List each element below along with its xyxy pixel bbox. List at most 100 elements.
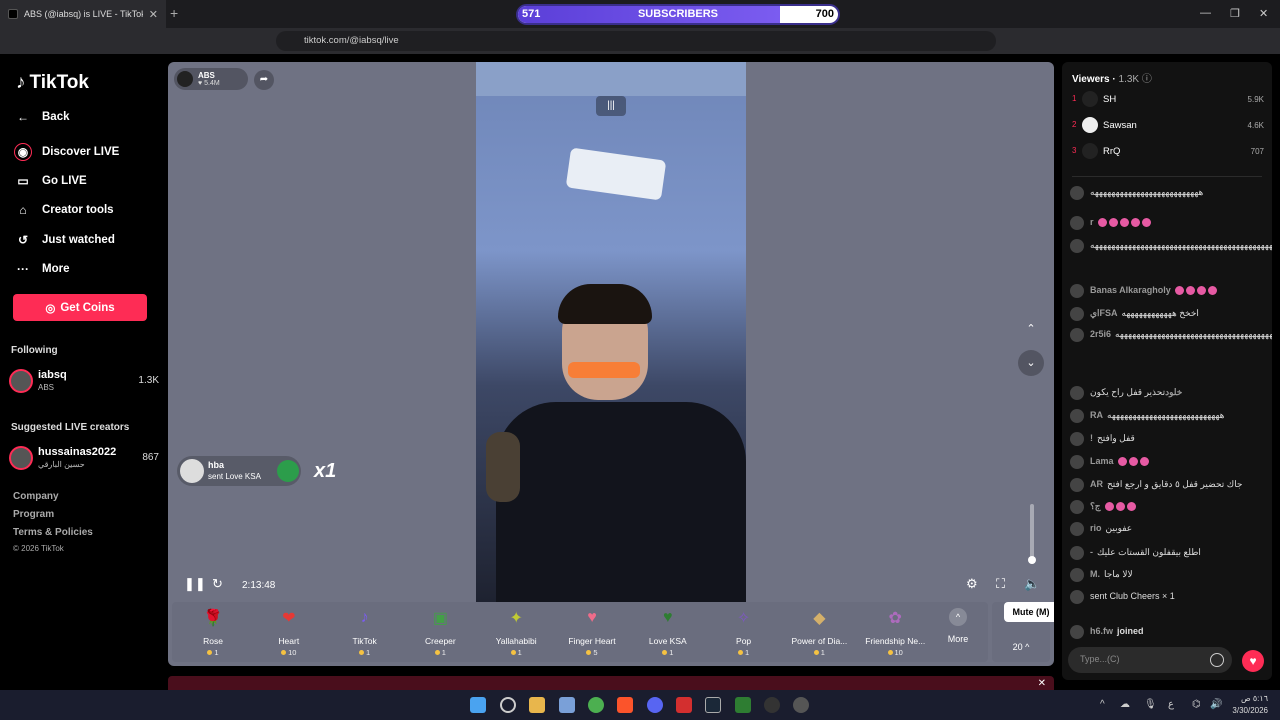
chat-username[interactable]: h6.fw [1090, 626, 1113, 636]
network-icon[interactable]: ☁ [1120, 699, 1130, 710]
gift-price: 1 [707, 648, 781, 657]
red-app-icon[interactable] [676, 697, 692, 713]
close-window-icon[interactable]: ✕ [1259, 7, 1268, 20]
tiktok-logo[interactable]: ♪ TikTok [16, 72, 89, 94]
chat-username[interactable]: RA [1090, 410, 1103, 420]
gift-name: Love KSA [648, 636, 687, 646]
emoji-icon [1130, 218, 1140, 228]
new-tab-button[interactable]: + [170, 5, 178, 21]
terminal-icon[interactable] [735, 697, 751, 713]
language-icon[interactable]: ع [1168, 699, 1174, 710]
chat-username[interactable]: r [1090, 217, 1094, 227]
chat-username[interactable]: Banas Alkaragholy [1090, 285, 1171, 295]
streamer-hair-image [558, 284, 652, 324]
volume-knob[interactable] [1028, 556, 1036, 564]
top-viewer-row[interactable]: 2 Sawsan 4.6K [1072, 116, 1264, 136]
fullscreen-icon[interactable]: ⛶ [996, 576, 1005, 592]
chat-username[interactable]: 2r5i6 [1090, 329, 1111, 339]
settings-gear-icon[interactable]: ⚙ [966, 576, 978, 592]
chevron-up-icon[interactable]: ⌃ [1018, 316, 1044, 342]
coin-count-value: 20 [1012, 642, 1023, 652]
emoji-icon[interactable] [1210, 653, 1224, 667]
avatar [1070, 186, 1084, 200]
suggested-account[interactable]: hussainas2022 حسين البارقي 867 [9, 445, 159, 473]
browser-tab[interactable]: ABS (@iabsq) is LIVE - TikTok ✕ [0, 0, 166, 28]
sidebar-item-creator-tools[interactable]: ⌂ Creator tools [14, 201, 113, 219]
gift-item[interactable]: ▣ Creeper 1 [403, 606, 477, 657]
wifi-icon[interactable]: ⌬ [1192, 699, 1201, 710]
steam-icon[interactable] [705, 697, 721, 713]
gift-item[interactable]: ♪ TikTok 1 [328, 606, 402, 657]
chat-message-body: AR جاك تحضير قفل ٥ دقايق و ارجع افتح [1090, 478, 1266, 490]
close-tab-icon[interactable]: ✕ [149, 8, 158, 21]
chat-username[interactable]: Lama [1090, 456, 1114, 466]
gift-item[interactable]: 🌹 Rose 1 [176, 606, 250, 657]
more-gifts-button[interactable]: ^ More [938, 608, 978, 644]
chat-username[interactable]: - [1090, 547, 1093, 557]
following-account[interactable]: iabsq ABS 1.3K [9, 368, 159, 396]
emoji-icon [1128, 457, 1138, 467]
chevron-down-icon[interactable]: ⌄ [1018, 350, 1044, 376]
gift-item[interactable]: ❤ Heart 10 [252, 606, 326, 657]
gift-icon: 🌹 [203, 610, 223, 627]
clock[interactable]: ٥:١٦ ص 3/30/2026 [1232, 693, 1268, 717]
gift-item[interactable]: ✦ Yallahabibi 1 [479, 606, 553, 657]
sidebar-item-just-watched[interactable]: ↺ Just watched [14, 231, 115, 249]
info-icon[interactable]: ⓘ [1142, 74, 1152, 85]
app-icon[interactable] [764, 697, 780, 713]
discord-icon[interactable] [647, 697, 663, 713]
sidebar-item-go-live[interactable]: ▭ Go LIVE [14, 172, 86, 190]
sidebar-item-discover-live[interactable]: ◉ Discover LIVE [14, 143, 119, 161]
sidebar-item-label: More [42, 263, 70, 275]
mute-speaker-icon[interactable]: 🔈 [1024, 576, 1040, 592]
chat-username[interactable]: ! [1090, 433, 1093, 443]
footer-program[interactable]: Program [13, 509, 54, 520]
chat-username[interactable]: rio [1090, 523, 1102, 533]
volume-icon[interactable]: 🔊 [1210, 699, 1222, 710]
url-field[interactable]: tiktok.com/@iabsq/live [276, 31, 996, 51]
avatar [9, 446, 33, 470]
footer-company[interactable]: Company [13, 491, 59, 502]
brave-icon[interactable] [617, 697, 633, 713]
windows-start-icon[interactable] [470, 697, 486, 713]
mic-icon[interactable]: 🎙 [1144, 699, 1157, 710]
top-viewer-row[interactable]: 1 SH 5.9K [1072, 90, 1264, 110]
gift-item[interactable]: ✿ Friendship Ne... 10 [858, 606, 932, 657]
top-viewer-row[interactable]: 3 RrQ 707 [1072, 142, 1264, 162]
close-banner-icon[interactable]: ✕ [1038, 678, 1046, 689]
tray-chevron-icon[interactable]: ^ [1100, 699, 1105, 710]
file-explorer-icon[interactable] [529, 697, 545, 713]
gift-item[interactable]: ♥ Finger Heart 5 [555, 606, 629, 657]
minimize-icon[interactable]: — [1200, 7, 1211, 19]
sidebar-item-more[interactable]: ··· More [14, 260, 69, 278]
gift-item[interactable]: ♥ Love KSA 1 [631, 606, 705, 657]
chat-text: عفوبين [1105, 523, 1133, 533]
chat-username[interactable]: ج؟ [1090, 501, 1101, 511]
footer-terms[interactable]: Terms & Policies [13, 527, 93, 538]
gift-item[interactable]: ◆ Power of Dia... 1 [782, 606, 856, 657]
chrome-icon[interactable] [588, 697, 604, 713]
viewers-heading: Viewers · 1.3K ⓘ [1072, 74, 1152, 85]
pause-icon[interactable]: ❚❚ [184, 576, 206, 592]
gift-item[interactable]: ✧ Pop 1 [707, 606, 781, 657]
chat-username[interactable]: M. [1090, 569, 1100, 579]
live-video[interactable]: ||| [476, 62, 746, 602]
chat-username[interactable]: AR [1090, 479, 1103, 489]
chat-input[interactable]: Type...(C) [1068, 647, 1232, 673]
volume-slider[interactable] [1028, 504, 1036, 564]
get-coins-button[interactable]: ◎ Get Coins [13, 294, 147, 321]
store-icon[interactable] [559, 697, 575, 713]
settings-app-icon[interactable] [793, 697, 809, 713]
refresh-icon[interactable]: ↻ [212, 576, 223, 592]
sidebar-item-label: Just watched [42, 234, 115, 246]
more-gifts-label: More [947, 634, 969, 644]
chat-username[interactable]: ايFSA [1090, 308, 1118, 318]
microphone-image [486, 432, 520, 502]
like-heart-button[interactable]: ♥ [1242, 650, 1264, 672]
sidebar-item-back[interactable]: ← Back [14, 108, 70, 126]
host-badge[interactable]: ABS ♥ 5.4M [174, 68, 248, 90]
share-icon[interactable]: ➦ [254, 70, 274, 90]
chat-username[interactable]: خلود [1165, 387, 1182, 397]
search-icon[interactable] [500, 697, 516, 713]
maximize-icon[interactable]: ❐ [1230, 7, 1240, 20]
